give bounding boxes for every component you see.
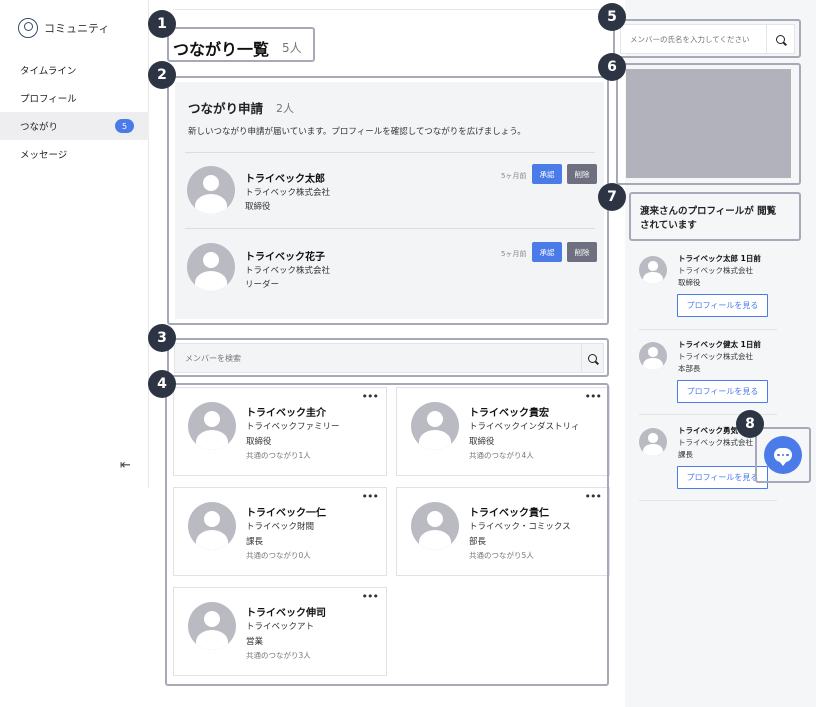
highlight-box <box>616 63 801 185</box>
viewer-role: 課長 <box>678 450 693 459</box>
sidebar-item-timeline[interactable]: タイムライン <box>0 56 149 84</box>
highlight-box <box>755 427 811 483</box>
sidebar-item-label: つながり <box>20 122 59 133</box>
viewer-name: トライベック健太 1日前 <box>678 340 761 349</box>
avatar[interactable] <box>639 256 667 284</box>
collapse-left-icon[interactable]: ⇤ <box>120 458 131 473</box>
view-profile-button[interactable]: プロフィールを見る <box>677 380 768 403</box>
step-marker: 6 <box>598 53 626 81</box>
viewer-item: トライベック健太 1日前 トライベック株式会社 本部長 プロフィールを見る <box>639 339 777 419</box>
viewer-role: 取締役 <box>678 278 701 287</box>
viewer-company: トライベック株式会社 <box>678 266 753 275</box>
community-icon <box>18 18 38 38</box>
avatar[interactable] <box>639 428 667 456</box>
divider <box>639 500 777 501</box>
step-marker: 8 <box>736 410 764 438</box>
sidebar-item-label: プロフィール <box>20 94 77 105</box>
highlight-box <box>165 383 609 686</box>
brand[interactable]: コミュニティ <box>18 18 109 38</box>
highlight-box <box>613 19 801 58</box>
highlight-box <box>167 338 609 377</box>
top-divider <box>173 9 608 10</box>
viewer-company: トライベック株式会社 <box>678 352 753 361</box>
sidebar: コミュニティ タイムライン プロフィール つながり 5 メッセージ ⇤ <box>0 0 149 488</box>
brand-label: コミュニティ <box>44 22 110 35</box>
highlight-box <box>167 27 315 62</box>
viewer-item: トライベック太郎 1日前 トライベック株式会社 取締役 プロフィールを見る <box>639 253 777 333</box>
avatar[interactable] <box>639 342 667 370</box>
connections-count-badge: 5 <box>115 119 134 133</box>
sidebar-item-connections[interactable]: つながり 5 <box>0 112 149 140</box>
step-marker: 3 <box>148 324 176 352</box>
step-marker: 1 <box>148 10 176 38</box>
divider <box>639 329 777 330</box>
highlight-box <box>167 76 609 325</box>
sidebar-item-profile[interactable]: プロフィール <box>0 84 149 112</box>
viewer-role: 本部長 <box>678 364 701 373</box>
viewer-name: トライベック太郎 1日前 <box>678 254 761 263</box>
step-marker: 2 <box>148 61 176 89</box>
viewer-company: トライベック株式会社 <box>678 438 753 447</box>
highlight-box <box>629 192 801 241</box>
sidebar-item-messages[interactable]: メッセージ <box>0 140 149 168</box>
sidebar-item-label: メッセージ <box>20 150 68 161</box>
view-profile-button[interactable]: プロフィールを見る <box>677 294 768 317</box>
step-marker: 4 <box>148 370 176 398</box>
step-marker: 5 <box>598 3 626 31</box>
sidebar-nav: タイムライン プロフィール つながり 5 メッセージ <box>0 56 149 168</box>
sidebar-item-label: タイムライン <box>20 66 77 77</box>
step-marker: 7 <box>598 183 626 211</box>
